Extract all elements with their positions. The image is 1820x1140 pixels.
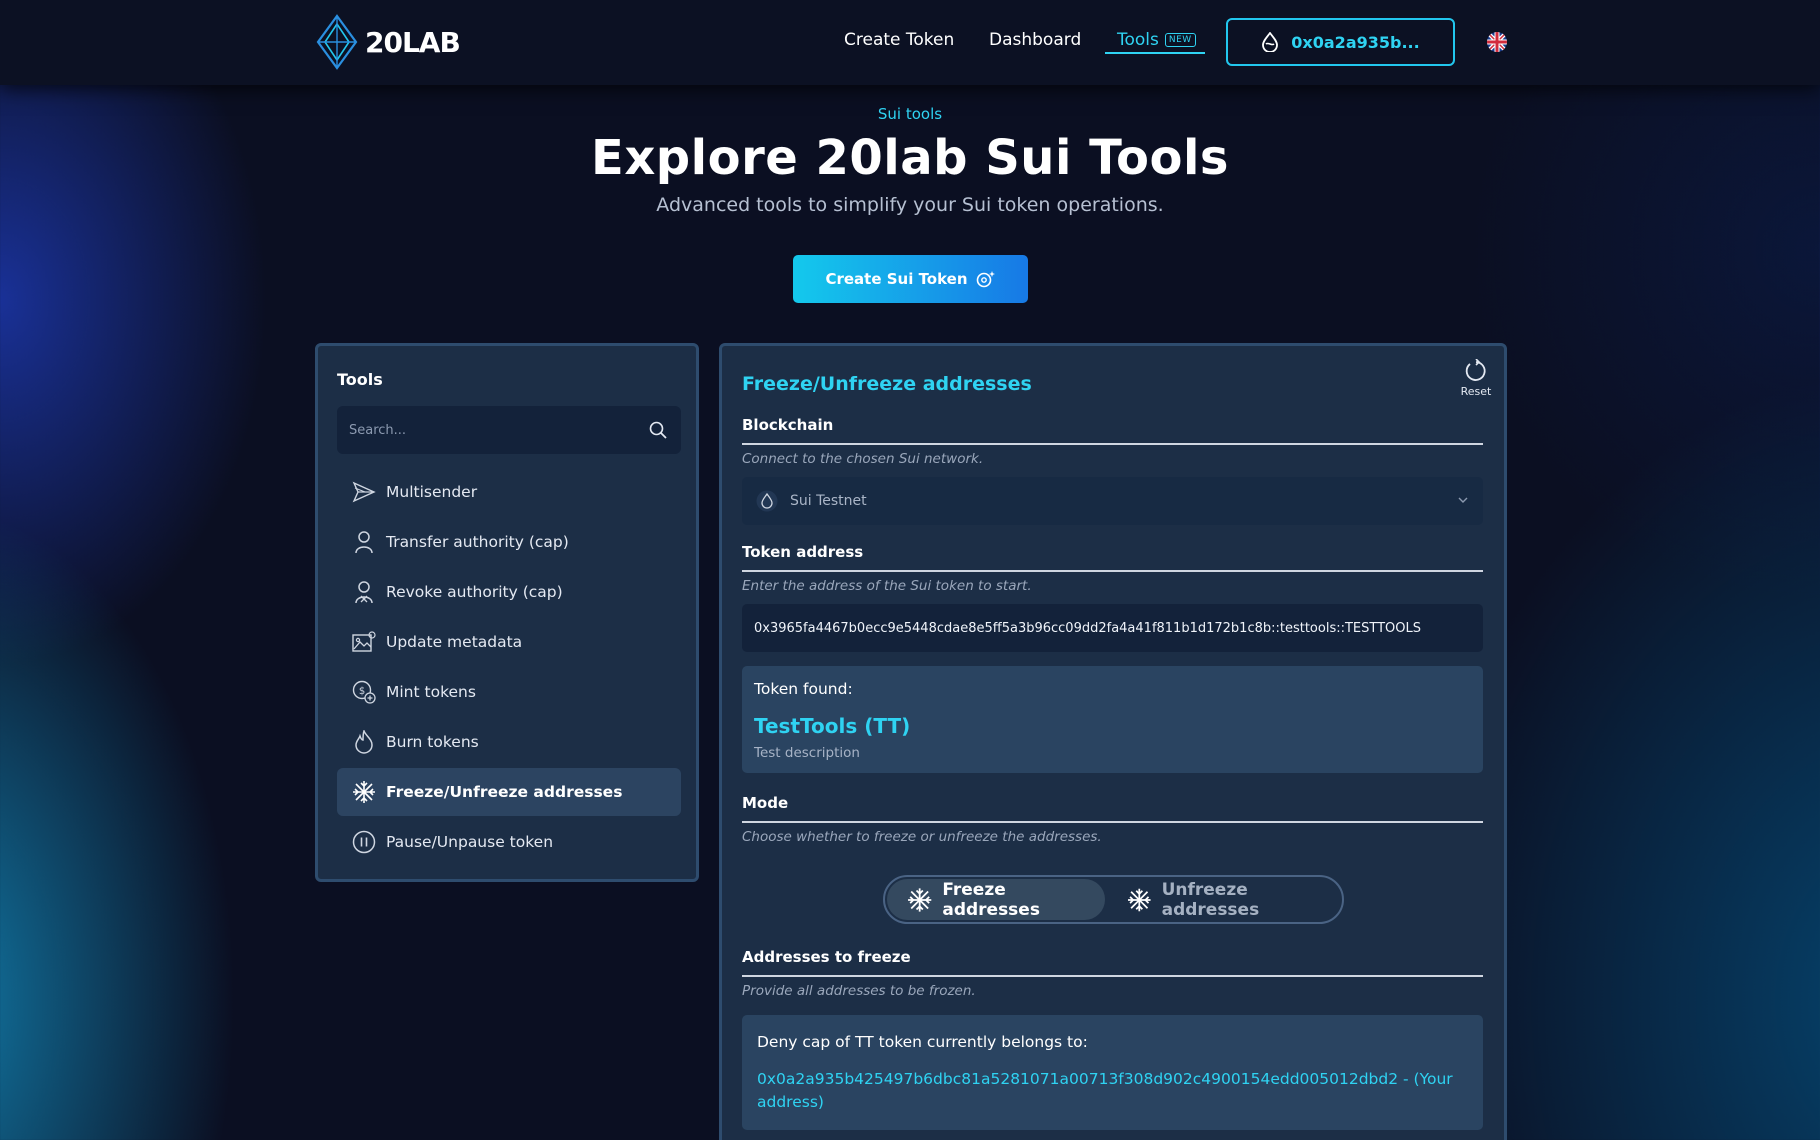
divider: [742, 443, 1483, 445]
tools-list: Multisender Transfer authority (cap) Rev…: [337, 468, 681, 868]
token-address-label: Token address: [742, 543, 864, 561]
sparkle-coin-icon: [976, 271, 995, 288]
tools-search: [337, 406, 681, 454]
deny-cap-card: Deny cap of TT token currently belongs t…: [742, 1015, 1483, 1130]
deny-cap-owner-address: 0x0a2a935b425497b6dbc81a5281071a00713f30…: [757, 1070, 1453, 1112]
reset-label: Reset: [1460, 385, 1492, 398]
panel-title: Freeze/Unfreeze addresses: [742, 373, 1032, 395]
deny-cap-label: Deny cap of TT token currently belongs t…: [757, 1033, 1088, 1051]
divider: [742, 570, 1483, 572]
network-selected: Sui Testnet: [790, 493, 867, 509]
freeze-tool-panel: Freeze/Unfreeze addresses Reset Blockcha…: [719, 343, 1507, 1140]
language-flag-icon[interactable]: [1487, 32, 1507, 52]
tool-item-freeze-unfreeze[interactable]: Freeze/Unfreeze addresses: [337, 768, 681, 816]
tool-item-label: Transfer authority (cap): [386, 533, 569, 551]
hero-subtitle: Advanced tools to simplify your Sui toke…: [656, 194, 1164, 216]
coin-plus-icon: $: [352, 680, 376, 704]
addresses-label: Addresses to freeze: [742, 948, 911, 966]
nav-tools[interactable]: Tools NEW: [1117, 30, 1196, 50]
divider: [742, 975, 1483, 977]
tool-item-mint-tokens[interactable]: $ Mint tokens: [337, 668, 681, 716]
sui-drop-icon: [1262, 32, 1279, 52]
cta-label: Create Sui Token: [825, 270, 968, 288]
network-select[interactable]: Sui Testnet: [742, 477, 1483, 525]
tools-search-input[interactable]: [337, 406, 637, 454]
tool-item-label: Pause/Unpause token: [386, 833, 554, 851]
create-sui-token-button[interactable]: Create Sui Token: [793, 255, 1028, 303]
tool-item-burn-tokens[interactable]: Burn tokens: [337, 718, 681, 766]
token-found-card: Token found: TestTools (TT) Test descrip…: [742, 666, 1483, 773]
tool-item-pause-unpause[interactable]: Pause/Unpause token: [337, 818, 681, 866]
search-icon[interactable]: [649, 421, 667, 439]
tool-item-revoke-authority[interactable]: Revoke authority (cap): [337, 568, 681, 616]
divider: [742, 821, 1483, 823]
token-address-input[interactable]: [742, 604, 1483, 652]
tool-item-label: Multisender: [386, 483, 478, 501]
image-edit-icon: [352, 630, 376, 654]
hero-title: Explore 20lab Sui Tools: [591, 130, 1229, 186]
mode-label: Mode: [742, 794, 789, 812]
logo-icon: [316, 14, 358, 70]
token-description: Test description: [754, 745, 860, 761]
tools-sidebar: Tools Multisender Transfer authority (ca…: [315, 343, 699, 882]
nav-active-indicator: [1105, 52, 1205, 54]
tool-item-label: Revoke authority (cap): [386, 583, 563, 601]
unfreeze-option-label: Unfreeze addresses: [1161, 879, 1260, 920]
token-found-label: Token found:: [754, 680, 853, 698]
tool-item-label: Freeze/Unfreeze addresses: [386, 783, 623, 801]
logo[interactable]: 20LAB: [315, 14, 461, 70]
reset-icon: [1465, 359, 1486, 381]
blockchain-label: Blockchain: [742, 416, 834, 434]
chevron-down-icon: [1458, 497, 1468, 503]
snowflake-icon: [908, 887, 932, 912]
user-revoke-icon: [352, 580, 376, 604]
pause-circle-icon: [352, 830, 376, 854]
send-icon: [352, 480, 376, 504]
freeze-addresses-option[interactable]: Freeze addresses: [887, 879, 1105, 920]
freeze-option-label: Freeze addresses: [942, 879, 1040, 920]
token-name: TestTools (TT): [754, 714, 911, 738]
wallet-button[interactable]: 0x0a2a935b...: [1226, 18, 1455, 66]
tool-item-transfer-authority[interactable]: Transfer authority (cap): [337, 518, 681, 566]
svg-text:$: $: [359, 686, 365, 697]
snowflake-icon: [352, 780, 376, 804]
new-badge: NEW: [1164, 33, 1196, 47]
token-address-hint: Enter the address of the Sui token to st…: [742, 578, 1032, 594]
sidebar-title: Tools: [337, 370, 383, 389]
top-navbar: 20LAB Create Token Dashboard Tools NEW 0x…: [0, 0, 1820, 85]
snowflake-icon: [1128, 888, 1151, 911]
mode-toggle: Freeze addresses Unfreeze addresses: [883, 875, 1344, 924]
tool-item-label: Update metadata: [386, 633, 523, 651]
tool-item-label: Mint tokens: [386, 683, 476, 701]
unfreeze-addresses-option[interactable]: Unfreeze addresses: [1107, 879, 1341, 920]
addresses-hint: Provide all addresses to be frozen.: [742, 983, 976, 999]
nav-tools-label: Tools: [1117, 30, 1159, 50]
user-icon: [352, 530, 376, 554]
nav-create-token[interactable]: Create Token: [844, 30, 954, 50]
wallet-address: 0x0a2a935b...: [1291, 32, 1420, 52]
tool-item-multisender[interactable]: Multisender: [337, 468, 681, 516]
reset-button[interactable]: Reset: [1458, 359, 1494, 398]
logo-text: 20LAB: [365, 25, 461, 59]
blockchain-hint: Connect to the chosen Sui network.: [742, 451, 984, 467]
nav-dashboard[interactable]: Dashboard: [989, 30, 1081, 50]
sui-network-icon: [756, 490, 778, 512]
mode-hint: Choose whether to freeze or unfreeze the…: [742, 829, 1102, 845]
flame-icon: [352, 730, 376, 754]
tool-item-label: Burn tokens: [386, 733, 479, 751]
hero-eyebrow: Sui tools: [877, 105, 943, 123]
tool-item-update-metadata[interactable]: Update metadata: [337, 618, 681, 666]
